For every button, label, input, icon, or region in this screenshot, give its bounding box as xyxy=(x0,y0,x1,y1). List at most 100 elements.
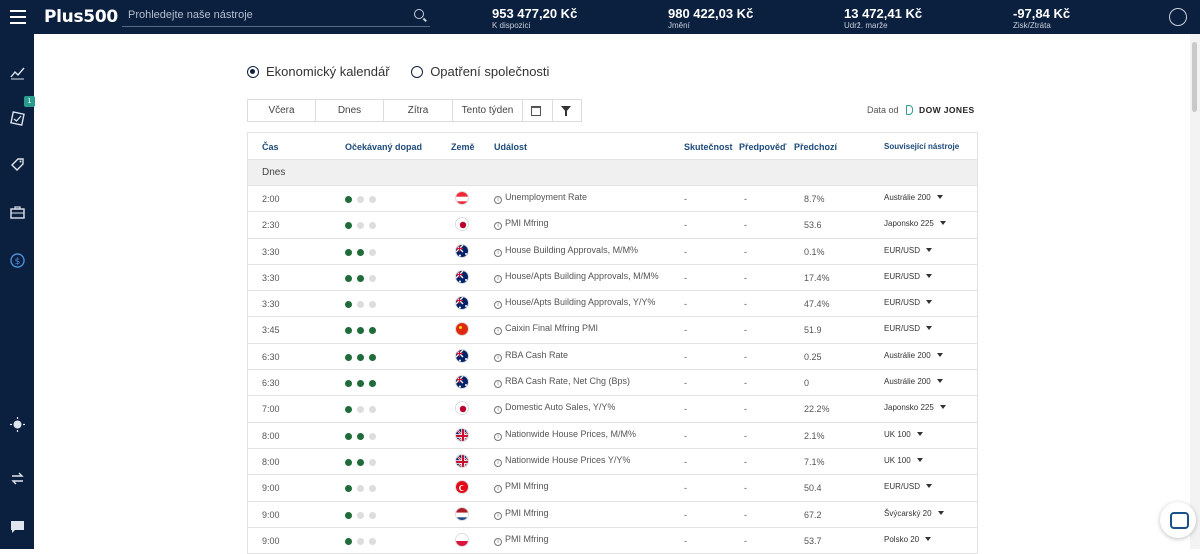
event-name[interactable]: i PMI Mfring xyxy=(494,218,549,231)
event-name[interactable]: i House/Apts Building Approvals, Y/Y% xyxy=(494,297,655,310)
related-instrument-dropdown[interactable]: UK 100 xyxy=(884,456,923,465)
event-label: RBA Cash Rate, Net Chg (Bps) xyxy=(505,376,631,387)
related-instrument-dropdown[interactable]: Japonsko 225 xyxy=(884,403,946,412)
info-icon[interactable]: i xyxy=(494,274,502,283)
info-icon[interactable]: i xyxy=(494,353,502,362)
info-icon[interactable]: i xyxy=(494,537,502,546)
related-instrument-dropdown[interactable]: Austrálie 200 xyxy=(884,193,943,202)
related-instrument-dropdown[interactable]: Japonsko 225 xyxy=(884,219,946,228)
impact-dot xyxy=(369,222,376,230)
chat-icon[interactable] xyxy=(9,518,26,535)
chevron-down-icon xyxy=(916,431,923,436)
event-actual: - xyxy=(684,456,687,467)
table-row[interactable]: 6:30 i RBA Cash Rate - - 0.25 Austrálie 200 xyxy=(248,344,977,371)
header-event[interactable]: Událost xyxy=(494,142,527,152)
positions-badge: 1 xyxy=(24,96,35,107)
filter-yesterday-button[interactable]: Včera xyxy=(248,100,316,121)
header-forecast[interactable]: Předpověď xyxy=(739,142,786,152)
event-name[interactable]: i PMI Mfring xyxy=(494,534,549,546)
info-icon[interactable]: i xyxy=(494,196,502,204)
related-instrument-dropdown[interactable]: Polsko 20 xyxy=(884,534,932,544)
profile-icon[interactable] xyxy=(1169,8,1187,26)
info-icon[interactable]: i xyxy=(494,406,502,415)
header-country[interactable]: Země xyxy=(451,142,475,152)
table-row[interactable]: 3:45 i Caixin Final Mfring PMI - - 51.9 EUR/US… xyxy=(248,317,977,344)
event-name[interactable]: i Nationwide House Prices Y/Y% xyxy=(494,455,630,467)
event-actual: - xyxy=(684,483,687,494)
info-icon[interactable]: i xyxy=(494,458,502,467)
table-row[interactable]: 6:30 i RBA Cash Rate, Net Chg (Bps) - - 0 Aust… xyxy=(248,370,977,397)
info-icon[interactable]: i xyxy=(494,327,502,336)
tag-icon[interactable] xyxy=(9,156,26,173)
event-name[interactable]: i Unemployment Rate xyxy=(494,192,587,204)
table-row[interactable]: 9:00 i PMI Mfring - - 67.2 Švýcarský 20 xyxy=(248,502,977,528)
event-name[interactable]: i RBA Cash Rate xyxy=(494,350,568,362)
table-row[interactable]: 2:00 i Unemployment Rate - - 8.7% Austrálie 20… xyxy=(248,186,977,213)
briefcase-icon[interactable] xyxy=(9,204,26,221)
impact-indicator xyxy=(345,432,381,440)
related-instrument-dropdown[interactable]: Švýcarský 20 xyxy=(884,509,944,518)
menu-icon[interactable] xyxy=(10,10,26,24)
scrollbar-thumb[interactable] xyxy=(1192,42,1197,112)
event-time: 2:00 xyxy=(262,194,280,204)
related-instrument-dropdown[interactable]: Austrálie 200 xyxy=(884,351,943,360)
info-icon[interactable]: i xyxy=(494,380,502,389)
event-name[interactable]: i RBA Cash Rate, Net Chg (Bps) xyxy=(494,376,631,389)
filter-today-button[interactable]: Dnes xyxy=(316,100,384,121)
event-name[interactable]: i Caixin Final Mfring PMI xyxy=(494,323,598,336)
filter-this-week-button[interactable]: Tento týden xyxy=(453,100,523,121)
table-row[interactable]: 2:30 i PMI Mfring - - 53.6 Japonsko 225 xyxy=(248,212,977,239)
header-actual[interactable]: Skutečnost xyxy=(684,142,733,152)
instrument-label: Polsko 20 xyxy=(884,534,920,544)
related-instrument-dropdown[interactable]: UK 100 xyxy=(884,430,923,439)
event-name[interactable]: i House/Apts Building Approvals, M/M% xyxy=(494,271,659,283)
support-chat-button[interactable] xyxy=(1160,502,1196,538)
table-row[interactable]: 9:00 i PMI Mfring - - 50.4 EUR/USD xyxy=(248,475,977,502)
chart-icon[interactable] xyxy=(9,64,26,81)
event-name[interactable]: i House Building Approvals, M/M% xyxy=(494,245,638,257)
event-previous: 51.9 xyxy=(804,325,822,336)
related-instrument-dropdown[interactable]: EUR/USD xyxy=(884,324,933,333)
table-row[interactable]: 3:30 i House/Apts Building Approvals, Y/Y%… xyxy=(248,291,977,318)
info-icon[interactable]: i xyxy=(494,301,502,310)
table-body: 2:00 i Unemployment Rate - -8.7% Austrálie 20… xyxy=(248,186,977,554)
table-row[interactable]: 3:30 i House Building Approvals, M/M% - - 0.1… xyxy=(248,239,977,265)
table-row[interactable]: 7:00 i Domestic Auto Sales, Y/Y% - - 22.2% Jap… xyxy=(248,396,977,423)
info-icon[interactable]: i xyxy=(494,485,502,494)
related-instrument-dropdown[interactable]: EUR/USD xyxy=(884,246,933,255)
info-icon[interactable]: i xyxy=(494,511,502,520)
search-box[interactable] xyxy=(122,5,430,27)
info-icon[interactable]: i xyxy=(494,248,502,257)
header-impact[interactable]: Očekávaný dopad xyxy=(345,142,422,152)
event-name[interactable]: i PMI Mfring xyxy=(494,481,549,494)
info-icon[interactable]: i xyxy=(494,432,502,441)
transfer-icon[interactable] xyxy=(9,470,26,487)
search-input[interactable] xyxy=(122,5,402,25)
search-icon[interactable] xyxy=(414,9,424,19)
brightness-icon[interactable] xyxy=(9,416,26,433)
impact-dot xyxy=(369,327,376,335)
impact-indicator xyxy=(345,485,381,493)
related-instrument-dropdown[interactable]: EUR/USD xyxy=(884,272,933,281)
table-row[interactable]: 3:30 i House/Apts Building Approvals, M/M%… xyxy=(248,265,977,292)
event-name[interactable]: i Domestic Auto Sales, Y/Y% xyxy=(494,402,615,415)
header-previous[interactable]: Předchozí xyxy=(794,142,837,152)
filter-tomorrow-button[interactable]: Zítra xyxy=(384,100,453,121)
tab-corporate-actions[interactable]: Opatření společnosti xyxy=(411,64,549,79)
header-instruments[interactable]: Související nástroje xyxy=(884,142,959,151)
related-instrument-dropdown[interactable]: Austrálie 200 xyxy=(884,377,943,386)
scrollbar[interactable] xyxy=(1190,34,1200,549)
table-row[interactable]: 9:00 i PMI Mfring - - 53.7 Polsko 20 xyxy=(248,528,977,554)
event-name[interactable]: i PMI Mfring xyxy=(494,508,549,520)
header-time[interactable]: Čas xyxy=(262,142,279,152)
info-icon[interactable]: i xyxy=(494,222,502,231)
chevron-down-icon xyxy=(925,536,932,541)
event-name[interactable]: i Nationwide House Prices, M/M% xyxy=(494,429,636,441)
dollar-icon[interactable]: $ xyxy=(9,252,26,269)
table-row[interactable]: 8:00 i Nationwide House Prices Y/Y% - - 7.1% U… xyxy=(248,449,977,476)
positions-icon[interactable] xyxy=(9,110,26,127)
related-instrument-dropdown[interactable]: EUR/USD xyxy=(884,298,933,307)
table-row[interactable]: 8:00 i Nationwide House Prices, M/M% - - 2.1%… xyxy=(248,423,977,449)
related-instrument-dropdown[interactable]: EUR/USD xyxy=(884,482,933,491)
tab-economic-calendar[interactable]: Ekonomický kalendář xyxy=(247,64,390,79)
